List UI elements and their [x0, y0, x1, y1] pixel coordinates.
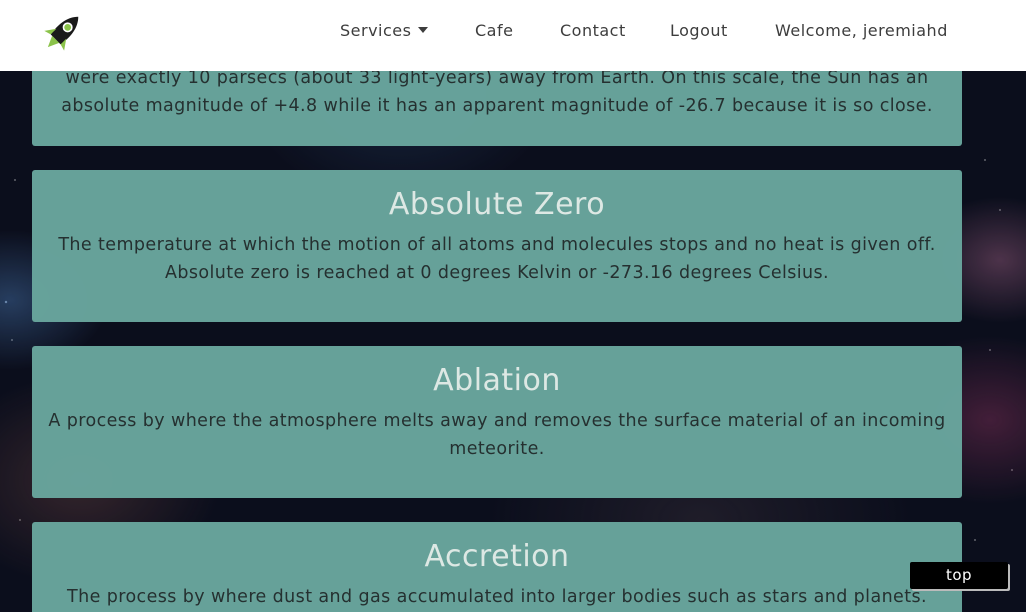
card-description-line: Absolute zero is reached at 0 degrees Ke…	[164, 263, 829, 283]
card-title: Accretion	[424, 539, 570, 574]
nav-cafe-link[interactable]: Cafe	[475, 21, 513, 40]
nav-welcome-user[interactable]: Welcome, jeremiahd	[775, 21, 948, 40]
rocket-icon[interactable]	[36, 8, 88, 58]
glossary-card: Ablation A process by where the atmosphe…	[32, 346, 962, 498]
card-description-line: meteorite.	[449, 439, 545, 459]
card-description-line: The temperature at which the motion of a…	[58, 235, 936, 255]
caret-down-icon	[418, 27, 429, 33]
card-description-line: A process by where the atmosphere melts …	[48, 411, 946, 431]
glossary-card: Absolute Zero The temperature at which t…	[32, 170, 962, 322]
top-navbar: Services Cafe Contact Logout Welcome, je…	[0, 0, 1026, 71]
nav-logout-link[interactable]: Logout	[670, 21, 728, 40]
card-description-line: The process by where dust and gas accumu…	[67, 587, 927, 607]
glossary-card: Accretion The process by where dust and …	[32, 522, 962, 612]
card-description-line: absolute magnitude of +4.8 while it has …	[61, 96, 933, 116]
card-title: Absolute Zero	[388, 187, 606, 222]
card-title: Ablation	[433, 363, 561, 398]
nav-contact-link[interactable]: Contact	[560, 21, 626, 40]
back-to-top-button[interactable]: top	[910, 562, 1008, 589]
nav-services-label: Services	[340, 21, 412, 40]
nav-services-dropdown[interactable]: Services	[340, 21, 429, 40]
